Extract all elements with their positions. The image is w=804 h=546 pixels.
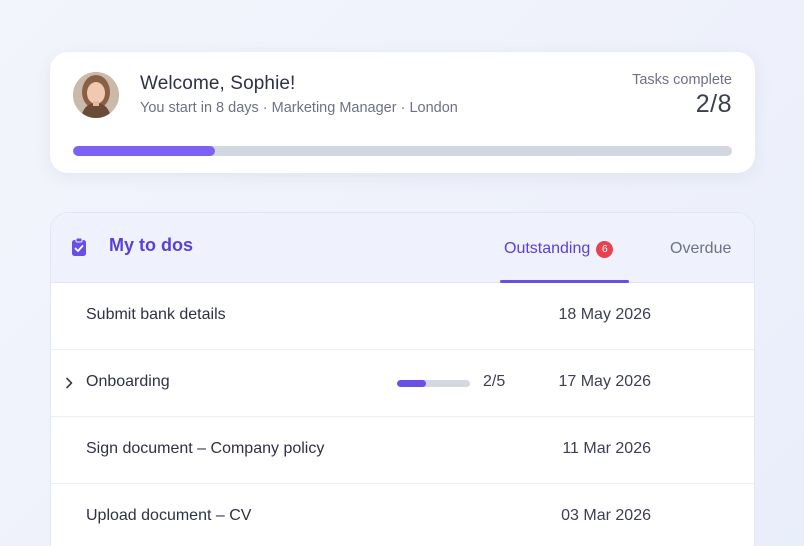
todo-card: My to dos Outstanding 6 Overdue Submit ba… [50, 212, 755, 546]
todo-row-submit-bank-details[interactable]: Submit bank details 18 May 2026 [51, 283, 754, 350]
todo-row-date: 03 Mar 2026 [561, 507, 651, 524]
user-avatar-icon [73, 72, 119, 118]
todo-row-label: Onboarding [86, 373, 170, 390]
tasks-progress-bar [73, 146, 732, 156]
todo-row-onboarding[interactable]: Onboarding 2/5 17 May 2026 [51, 350, 754, 417]
todo-row-date: 18 May 2026 [558, 306, 651, 323]
outstanding-count-badge: 6 [596, 241, 614, 258]
todo-row-date: 11 Mar 2026 [562, 440, 651, 457]
todo-row-upload-document[interactable]: Upload document – CV 03 Mar 2026 [51, 484, 754, 546]
welcome-title: Welcome, Sophie! [140, 73, 296, 94]
tab-outstanding-label: Outstanding [504, 240, 591, 257]
todo-title: My to dos [109, 235, 193, 255]
clipboard-check-icon [72, 237, 86, 256]
todo-row-sign-document[interactable]: Sign document – Company policy 11 Mar 20… [51, 417, 754, 484]
tasks-progress-fill [73, 146, 215, 156]
tab-outstanding[interactable]: Outstanding 6 [504, 240, 614, 258]
onboarding-progress-count: 2/5 [483, 373, 506, 390]
todo-row-label: Submit bank details [86, 306, 226, 323]
todo-row-date: 17 May 2026 [558, 373, 651, 390]
onboarding-progress-bar [397, 380, 470, 387]
avatar[interactable] [73, 72, 119, 118]
tab-overdue[interactable]: Overdue [670, 240, 731, 258]
tasks-complete-count: 2/8 [695, 90, 732, 118]
todo-row-label: Sign document – Company policy [86, 440, 325, 457]
todo-row-label: Upload document – CV [86, 507, 252, 524]
tab-overdue-label: Overdue [670, 240, 732, 257]
onboarding-progress-fill [397, 380, 427, 387]
tasks-complete-label: Tasks complete [632, 72, 732, 88]
todo-header: My to dos Outstanding 6 Overdue [51, 213, 754, 283]
welcome-subtitle: You start in 8 days · Marketing Manager … [140, 100, 458, 116]
welcome-card: Welcome, Sophie! You start in 8 days · M… [50, 52, 755, 173]
chevron-right-icon[interactable] [64, 376, 74, 390]
